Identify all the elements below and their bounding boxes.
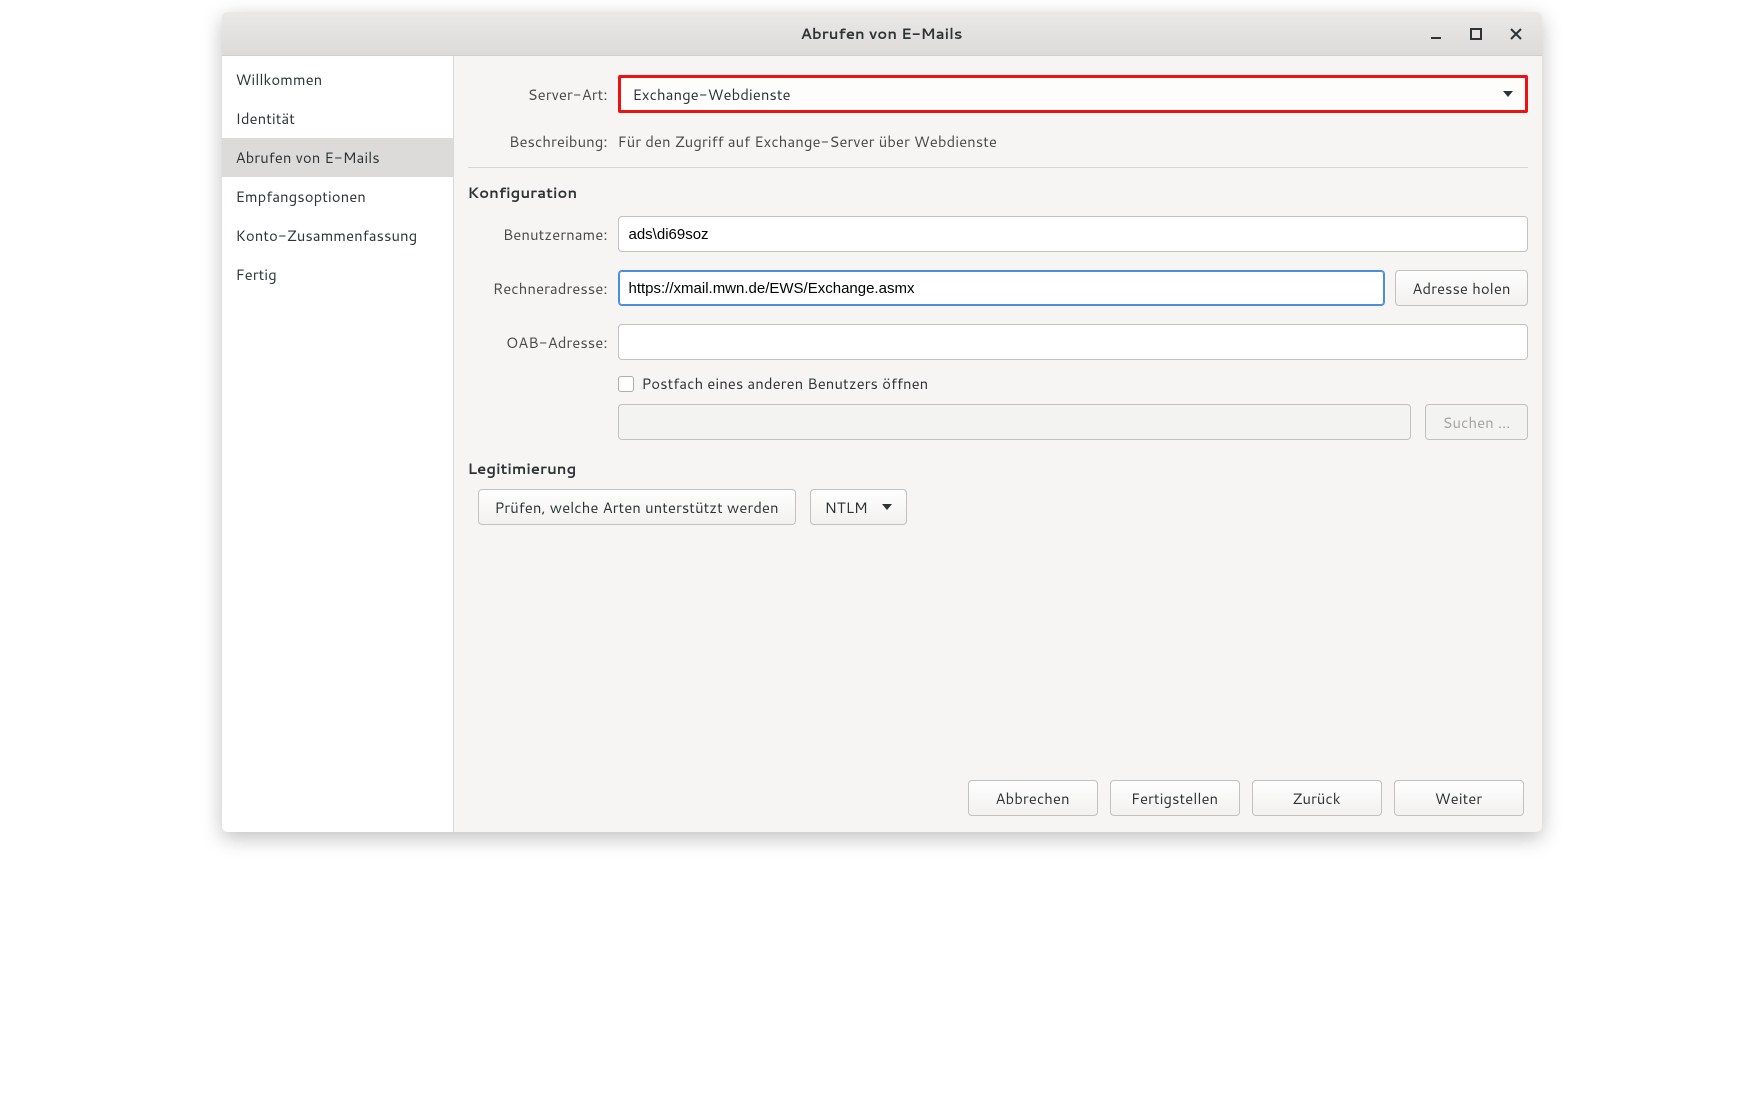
search-user-button-label: Suchen … xyxy=(1442,412,1510,433)
auth-heading: Legitimierung xyxy=(468,458,1528,479)
username-input[interactable] xyxy=(618,216,1528,252)
impersonate-row: Postfach eines anderen Benutzers öffnen xyxy=(618,373,1528,394)
main-panel: Server-Art: Exchange-Webdienste Beschrei… xyxy=(454,56,1542,832)
impersonate-search-row: Suchen … xyxy=(618,404,1528,440)
sidebar-item-identity[interactable]: Identität xyxy=(222,99,453,138)
impersonate-user-input xyxy=(618,404,1412,440)
oab-label: OAB-Adresse: xyxy=(468,332,608,353)
oab-row: OAB-Adresse: xyxy=(468,324,1528,360)
maximize-button[interactable] xyxy=(1456,14,1496,54)
description-label: Beschreibung: xyxy=(468,131,608,152)
window-title: Abrufen von E-Mails xyxy=(801,23,963,44)
sidebar-item-label: Identität xyxy=(236,108,295,129)
cancel-button[interactable]: Abbrechen xyxy=(968,780,1098,816)
fetch-url-button-label: Adresse holen xyxy=(1412,278,1510,299)
next-button[interactable]: Weiter xyxy=(1394,780,1524,816)
server-type-value: Exchange-Webdienste xyxy=(633,84,791,105)
sidebar-item-receiving[interactable]: Abrufen von E-Mails xyxy=(222,138,453,177)
sidebar-item-label: Empfangsoptionen xyxy=(236,186,366,207)
back-button[interactable]: Zurück xyxy=(1252,780,1382,816)
sidebar-item-label: Fertig xyxy=(236,264,277,285)
finish-button-label: Fertigstellen xyxy=(1131,788,1218,809)
close-button[interactable] xyxy=(1496,14,1536,54)
close-icon xyxy=(1510,28,1522,40)
next-button-label: Weiter xyxy=(1435,788,1482,809)
host-row: Rechneradresse: Adresse holen xyxy=(468,270,1528,306)
description-text: Für den Zugriff auf Exchange-Server über… xyxy=(618,131,997,152)
dialog-footer: Abbrechen Fertigstellen Zurück Weiter xyxy=(468,770,1528,820)
finish-button[interactable]: Fertigstellen xyxy=(1110,780,1240,816)
sidebar-item-welcome[interactable]: Willkommen xyxy=(222,60,453,99)
titlebar: Abrufen von E-Mails xyxy=(222,12,1542,56)
cancel-button-label: Abbrechen xyxy=(995,788,1069,809)
minimize-icon xyxy=(1430,28,1442,40)
auth-method-dropdown[interactable]: NTLM xyxy=(810,489,907,525)
sidebar-item-label: Abrufen von E-Mails xyxy=(236,147,380,168)
server-type-dropdown[interactable]: Exchange-Webdienste xyxy=(618,75,1528,113)
check-supported-auth-button[interactable]: Prüfen, welche Arten unterstützt werden xyxy=(478,489,796,525)
search-user-button: Suchen … xyxy=(1425,404,1527,440)
server-type-row: Server-Art: Exchange-Webdienste xyxy=(468,75,1528,113)
sidebar-item-label: Konto-Zusammenfassung xyxy=(236,225,418,246)
wizard-sidebar: Willkommen Identität Abrufen von E-Mails… xyxy=(222,56,454,832)
back-button-label: Zurück xyxy=(1292,788,1340,809)
impersonate-checkbox[interactable] xyxy=(618,376,634,392)
username-label: Benutzername: xyxy=(468,224,608,245)
fetch-url-button[interactable]: Adresse holen xyxy=(1395,270,1527,306)
configuration-heading: Konfiguration xyxy=(468,182,1528,203)
chevron-down-icon xyxy=(882,504,892,510)
username-row: Benutzername: xyxy=(468,216,1528,252)
check-supported-auth-label: Prüfen, welche Arten unterstützt werden xyxy=(495,497,779,518)
sidebar-item-receive-options[interactable]: Empfangsoptionen xyxy=(222,177,453,216)
dialog-body: Willkommen Identität Abrufen von E-Mails… xyxy=(222,56,1542,832)
description-row: Beschreibung: Für den Zugriff auf Exchan… xyxy=(468,131,1528,152)
sidebar-item-done[interactable]: Fertig xyxy=(222,255,453,294)
dialog-window: Abrufen von E-Mails Willkommen Identität… xyxy=(222,12,1542,832)
minimize-button[interactable] xyxy=(1416,14,1456,54)
host-label: Rechneradresse: xyxy=(468,278,608,299)
sidebar-item-label: Willkommen xyxy=(236,69,323,90)
server-type-label: Server-Art: xyxy=(468,84,608,105)
auth-row: Prüfen, welche Arten unterstützt werden … xyxy=(478,489,1528,525)
chevron-down-icon xyxy=(1503,91,1513,97)
auth-method-value: NTLM xyxy=(825,497,868,518)
separator xyxy=(468,167,1528,168)
window-controls xyxy=(1416,12,1536,55)
sidebar-item-summary[interactable]: Konto-Zusammenfassung xyxy=(222,216,453,255)
maximize-icon xyxy=(1470,28,1482,40)
oab-input[interactable] xyxy=(618,324,1528,360)
impersonate-label: Postfach eines anderen Benutzers öffnen xyxy=(642,373,929,394)
host-input[interactable] xyxy=(618,270,1386,306)
